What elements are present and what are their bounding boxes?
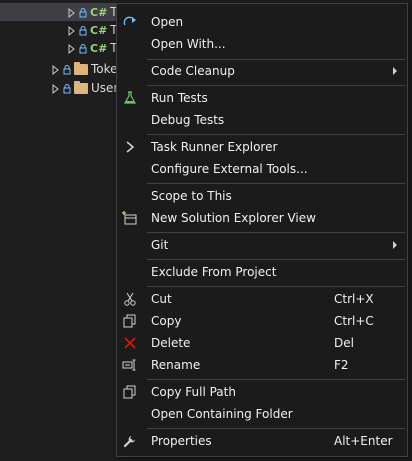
expand-arrow-icon[interactable] [68,7,76,19]
menu-item-open[interactable]: Open [117,11,407,33]
menu-item-copy-full-path[interactable]: Copy Full Path [117,381,407,403]
menu-item-shortcut: F2 [334,358,349,372]
lock-icon [79,7,87,18]
menu-item-delete[interactable]: Delete Del [117,332,407,354]
context-menu: Open Open With... Code Cleanup Run Tests… [116,3,408,457]
scissors-icon [122,291,138,307]
flask-icon [122,90,138,106]
lock-icon [79,25,87,36]
csharp-file-icon: C# [90,41,108,55]
menu-item-shortcut: Ctrl+C [334,314,374,328]
menu-item-label: Run Tests [151,91,208,105]
rename-icon [122,357,138,373]
menu-separator [147,134,405,135]
csharp-file-icon: C# [90,5,108,19]
menu-separator [147,85,405,86]
menu-item-label: Configure External Tools... [151,162,308,176]
menu-item-label: Open Containing Folder [151,407,293,421]
menu-item-run-tests[interactable]: Run Tests [117,87,407,109]
menu-item-properties[interactable]: Properties Alt+Enter [117,430,407,452]
menu-separator [147,232,405,233]
tree-row-folder-1[interactable]: Toke [52,60,118,78]
menu-item-exclude-from-project[interactable]: Exclude From Project [117,261,407,283]
expand-arrow-icon[interactable] [52,64,60,76]
expand-arrow-icon[interactable] [52,83,60,95]
menu-item-label: Task Runner Explorer [151,140,278,154]
tree-row-cs-file-1[interactable]: C# T [0,3,120,21]
submenu-arrow-icon [393,67,397,75]
submenu-arrow-icon [393,241,397,249]
folder-icon [74,61,88,75]
expand-arrow-icon[interactable] [68,43,76,55]
wrench-icon [122,433,138,449]
lock-icon [79,43,87,54]
expand-arrow-icon[interactable] [68,25,76,37]
lock-icon [63,83,71,94]
menu-item-label: Open With... [151,37,226,51]
menu-item-shortcut: Alt+Enter [334,434,393,448]
menu-item-label: Open [151,15,184,29]
menu-item-cut[interactable]: Cut Ctrl+X [117,288,407,310]
menu-item-open-with[interactable]: Open With... [117,33,407,55]
menu-item-shortcut: Del [334,336,354,350]
menu-separator [147,259,405,260]
menu-item-label: Copy Full Path [151,385,236,399]
menu-separator [147,183,405,184]
menu-item-label: Cut [151,292,172,306]
lock-icon [63,64,71,75]
menu-item-configure-external-tools[interactable]: Configure External Tools... [117,158,407,180]
menu-item-label: Git [151,238,169,252]
open-arrow-icon [122,14,138,30]
tree-row-folder-2[interactable]: User [52,79,118,97]
tree-row-cs-file-3[interactable]: C# T [68,39,118,57]
menu-separator [147,428,405,429]
chevron-right-icon [122,139,138,155]
menu-item-rename[interactable]: Rename F2 [117,354,407,376]
new-view-icon [122,210,138,226]
menu-item-label: Code Cleanup [151,64,235,78]
folder-icon [74,80,88,94]
menu-item-shortcut: Ctrl+X [334,292,374,306]
menu-item-label: Copy [151,314,182,328]
menu-item-label: Debug Tests [151,113,225,127]
copy-icon [122,313,138,329]
menu-item-label: Properties [151,434,212,448]
menu-item-debug-tests[interactable]: Debug Tests [117,109,407,131]
menu-item-scope-to-this[interactable]: Scope to This [117,185,407,207]
menu-item-task-runner-explorer[interactable]: Task Runner Explorer [117,136,407,158]
menu-item-label: New Solution Explorer View [151,211,316,225]
csharp-file-icon: C# [90,23,108,37]
menu-item-open-containing-folder[interactable]: Open Containing Folder [117,403,407,425]
menu-separator [147,286,405,287]
menu-item-label: Scope to This [151,189,232,203]
menu-separator [147,379,405,380]
tree-row-label: Toke [91,62,118,76]
tree-row-label: User [91,81,119,95]
menu-item-label: Delete [151,336,191,350]
menu-item-code-cleanup[interactable]: Code Cleanup [117,60,407,82]
menu-item-git[interactable]: Git [117,234,407,256]
menu-item-new-solution-explorer-view[interactable]: New Solution Explorer View [117,207,407,229]
menu-item-label: Rename [151,358,201,372]
copy-path-icon [122,384,138,400]
delete-x-icon [122,335,138,351]
menu-item-copy[interactable]: Copy Ctrl+C [117,310,407,332]
tree-row-cs-file-2[interactable]: C# T [68,21,118,39]
menu-item-label: Exclude From Project [151,265,277,279]
